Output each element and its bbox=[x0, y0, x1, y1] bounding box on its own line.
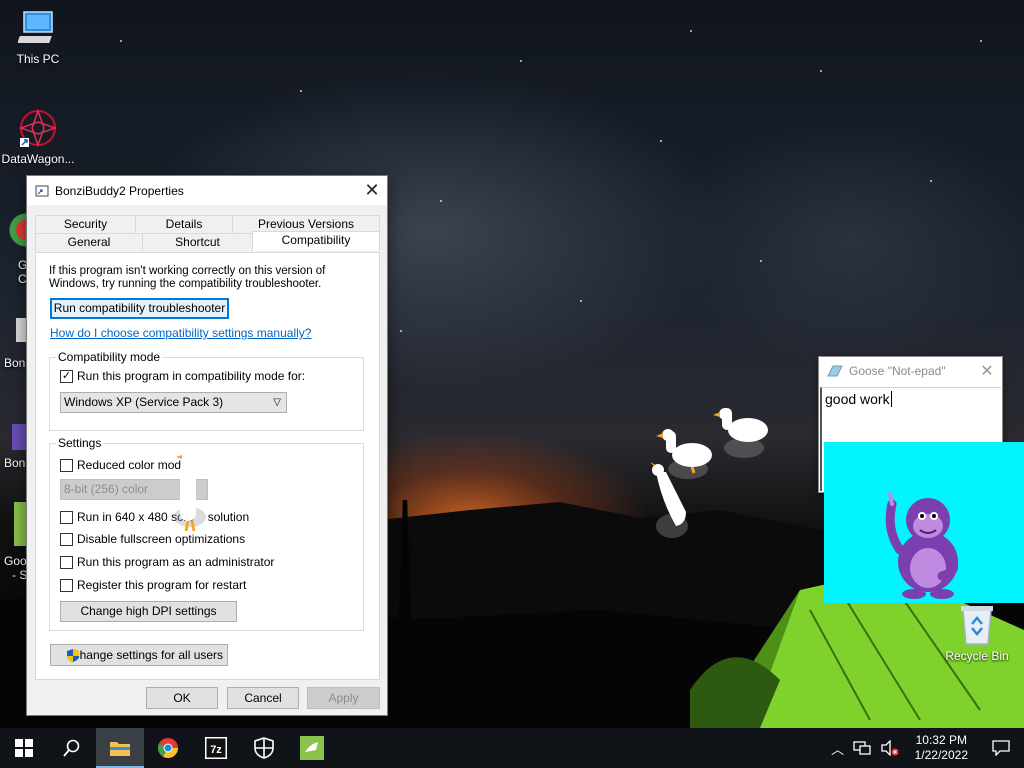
manual-settings-link[interactable]: How do I choose compatibility settings m… bbox=[50, 326, 311, 340]
text-cursor bbox=[890, 391, 892, 407]
taskbar: 7z ︿ 10:32 PM 1/22/2022 bbox=[0, 728, 1024, 768]
checkbox-label: Register this program for restart bbox=[77, 578, 247, 592]
change-all-users-button[interactable]: Change settings for all users bbox=[50, 644, 228, 666]
desktop-icon-goose-partial[interactable] bbox=[14, 502, 26, 546]
ok-button[interactable]: OK bbox=[146, 687, 218, 709]
shortcut-icon bbox=[35, 185, 49, 196]
tab-general[interactable]: General bbox=[35, 233, 143, 251]
checkbox-label-tail: solution bbox=[207, 510, 250, 524]
checkbox-label: Disable fullscreen optimizations bbox=[77, 532, 246, 546]
desktop-icon-label: DataWagon... bbox=[1, 152, 75, 166]
taskbar-7zip[interactable]: 7z bbox=[192, 728, 240, 768]
computer-icon bbox=[17, 8, 58, 48]
action-center-button[interactable] bbox=[978, 728, 1024, 768]
datawagon-icon bbox=[18, 108, 58, 148]
close-icon: ✕ bbox=[364, 180, 380, 200]
bonzibuddy-window[interactable] bbox=[824, 442, 1024, 603]
apply-button[interactable]: Apply bbox=[307, 687, 380, 709]
svg-text:7z: 7z bbox=[210, 744, 222, 756]
change-dpi-button[interactable]: Change high DPI settings bbox=[60, 601, 237, 622]
desktop-icon-label-partial: Bon bbox=[4, 356, 26, 370]
all-users-label: Change settings for all users bbox=[70, 648, 224, 662]
tab-details[interactable]: Details bbox=[135, 215, 233, 233]
compat-mode-checkbox[interactable]: ✓ bbox=[60, 369, 73, 383]
system-tray: ︿ 10:32 PM 1/22/2022 bbox=[827, 728, 1024, 768]
desktop-icon-label-partial: Bon bbox=[4, 456, 26, 470]
clock-date: 1/22/2022 bbox=[914, 748, 968, 762]
search-button[interactable] bbox=[48, 728, 96, 768]
clock[interactable]: 10:32 PM 1/22/2022 bbox=[905, 733, 978, 763]
tab-compatibility[interactable]: Compatibility bbox=[252, 231, 380, 251]
recycle-bin-label: Recycle Bin bbox=[945, 649, 1009, 663]
cancel-button[interactable]: Cancel bbox=[227, 687, 299, 709]
shield-icon bbox=[254, 737, 274, 759]
notepad-close-icon[interactable]: ✕ bbox=[972, 361, 1002, 381]
run-admin-checkbox[interactable] bbox=[60, 555, 73, 569]
register-restart-checkbox[interactable] bbox=[60, 578, 73, 592]
notepad-icon bbox=[827, 365, 843, 377]
chevron-up-icon[interactable]: ︿ bbox=[827, 739, 849, 758]
os-select-value: Windows XP (Service Pack 3) bbox=[64, 395, 224, 409]
color-depth-value: 8-bit (256) color bbox=[64, 482, 149, 496]
taskbar-security[interactable] bbox=[240, 728, 288, 768]
desktop-icon-label: This PC bbox=[16, 52, 60, 66]
chrome-icon bbox=[157, 738, 178, 758]
register-restart-row[interactable]: Register this program for restart bbox=[60, 578, 246, 592]
tab-shortcut[interactable]: Shortcut bbox=[142, 233, 253, 251]
checkbox-label: Run this program in compatibility mode f… bbox=[77, 369, 306, 383]
notepad-titlebar[interactable]: Goose "Not-epad" ✕ bbox=[819, 357, 1002, 385]
run-640-row[interactable]: Run in 640 x 480 scre solution bbox=[60, 510, 249, 524]
group-title: Compatibility mode bbox=[56, 350, 163, 364]
disable-fullscreen-checkbox[interactable] bbox=[60, 532, 73, 546]
checkbox-label: Run this program as an administrator bbox=[77, 555, 275, 569]
desktop-icon-this-pc[interactable]: This PC bbox=[0, 8, 76, 66]
start-button[interactable] bbox=[0, 728, 48, 768]
run-admin-row[interactable]: Run this program as an administrator bbox=[60, 555, 274, 569]
notepad-text: good work bbox=[825, 391, 890, 407]
reduced-color-checkbox[interactable] bbox=[60, 458, 73, 472]
compat-mode-checkbox-row[interactable]: ✓ Run this program in compatibility mode… bbox=[60, 369, 305, 383]
tab-security[interactable]: Security bbox=[35, 215, 136, 233]
desktop-icon-bonzi-partial[interactable] bbox=[16, 318, 26, 342]
taskbar-chrome[interactable] bbox=[144, 728, 192, 768]
folder-icon bbox=[110, 742, 130, 756]
bonzibuddy-gorilla[interactable] bbox=[880, 490, 972, 600]
windows-logo-icon bbox=[15, 739, 33, 757]
uac-shield-icon bbox=[67, 649, 79, 662]
desktop-icon-chrome-partial[interactable] bbox=[4, 208, 26, 252]
desktop-icon-bonzi2-partial[interactable] bbox=[12, 424, 26, 450]
clock-time: 10:32 PM bbox=[915, 733, 967, 747]
desktop-icon-recycle-bin[interactable]: Recycle Bin bbox=[940, 602, 1014, 663]
taskbar-file-explorer[interactable] bbox=[96, 728, 144, 768]
disable-fullscreen-row[interactable]: Disable fullscreen optimizations bbox=[60, 532, 245, 546]
notepad-title: Goose "Not-epad" bbox=[849, 364, 946, 378]
chevron-down-icon: ▽ bbox=[273, 397, 281, 408]
dialog-title: BonziBuddy2 Properties bbox=[55, 183, 184, 198]
tab-strip: Security Details Previous Versions Gener… bbox=[35, 215, 380, 253]
notification-icon bbox=[992, 740, 1010, 756]
volume-muted-icon[interactable] bbox=[880, 740, 899, 756]
os-select[interactable]: Windows XP (Service Pack 3) ▽ bbox=[60, 392, 287, 413]
desktop-icon-label-partial: Goo bbox=[4, 554, 27, 568]
desktop-icon-datawagon[interactable]: DataWagon... bbox=[0, 108, 76, 166]
reduced-color-row[interactable]: Reduced color mode bbox=[60, 458, 188, 472]
intro-text: If this program isn't working correctly … bbox=[49, 265, 326, 290]
close-button[interactable]: ✕ bbox=[357, 176, 387, 205]
taskbar-bonzibuddy[interactable] bbox=[288, 728, 336, 768]
goose-sprite[interactable] bbox=[710, 404, 772, 462]
goose-sprite[interactable] bbox=[646, 462, 692, 542]
run-640-checkbox[interactable] bbox=[60, 510, 73, 524]
compat-mode-group: Compatibility mode ✓ Run this program in… bbox=[49, 350, 364, 431]
7zip-icon: 7z bbox=[205, 737, 227, 759]
network-icon[interactable] bbox=[852, 740, 871, 756]
recycle-bin-icon bbox=[961, 606, 993, 645]
dialog-titlebar[interactable]: BonziBuddy2 Properties ✕ bbox=[27, 176, 387, 205]
search-icon bbox=[63, 739, 80, 757]
goose-sprite[interactable] bbox=[170, 445, 210, 535]
run-troubleshooter-button[interactable]: Run compatibility troubleshooter bbox=[50, 298, 229, 319]
bonzibuddy-app-icon bbox=[300, 736, 324, 760]
group-title: Settings bbox=[56, 436, 104, 450]
